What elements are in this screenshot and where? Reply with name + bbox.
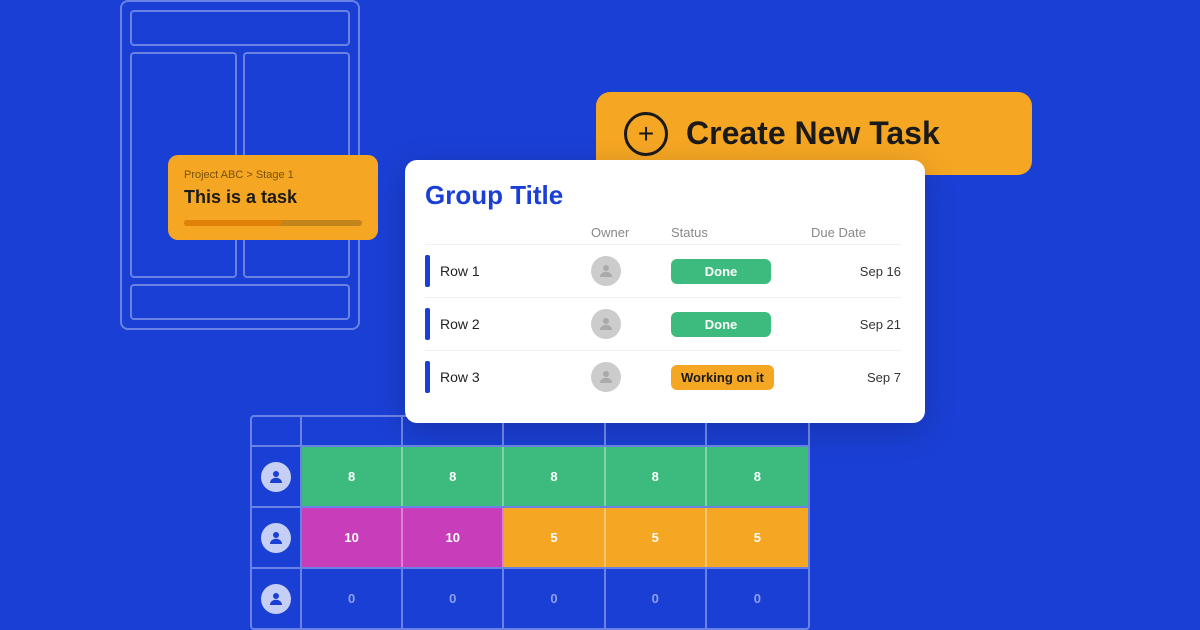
gantt-cells-1: 8 8 8 8 8 bbox=[302, 447, 808, 506]
row-2-name-cell: Row 2 bbox=[425, 308, 591, 340]
table-row: Row 2 Done Sep 21 bbox=[425, 297, 901, 350]
row-2-status: Done bbox=[671, 312, 811, 337]
gantt-person-icon-3 bbox=[261, 584, 291, 614]
row-1-due: Sep 16 bbox=[811, 264, 901, 279]
table-row: Row 3 Working on it Sep 7 bbox=[425, 350, 901, 403]
row-3-name-cell: Row 3 bbox=[425, 361, 591, 393]
gantt-col-2 bbox=[403, 417, 504, 445]
gantt-cell: 5 bbox=[707, 508, 808, 567]
gantt-cells-2: 10 10 5 5 5 bbox=[302, 508, 808, 567]
gantt-person-icon-1 bbox=[261, 462, 291, 492]
row-1-status: Done bbox=[671, 259, 811, 284]
progress-bar-fill bbox=[184, 220, 282, 226]
task-title: This is a task bbox=[184, 187, 362, 208]
gantt-header-cells bbox=[302, 417, 808, 445]
gantt-cell: 8 bbox=[707, 447, 808, 506]
col-header-name bbox=[441, 225, 591, 240]
row-1-avatar bbox=[591, 256, 621, 286]
gantt-header-left bbox=[252, 417, 302, 445]
gantt-grid: 8 8 8 8 8 10 10 5 5 5 bbox=[250, 415, 810, 630]
row-2-name: Row 2 bbox=[440, 316, 480, 332]
task-card: Project ABC > Stage 1 This is a task bbox=[168, 155, 378, 240]
gantt-col-3 bbox=[504, 417, 605, 445]
row-2-avatar bbox=[591, 309, 621, 339]
row-3-due: Sep 7 bbox=[811, 370, 901, 385]
gantt-cell: 8 bbox=[302, 447, 403, 506]
row-2-due: Sep 21 bbox=[811, 317, 901, 332]
row-accent bbox=[425, 255, 430, 287]
table-header: Owner Status Due Date bbox=[425, 221, 901, 244]
progress-bar-bg bbox=[184, 220, 362, 226]
gantt-cell: 5 bbox=[504, 508, 605, 567]
gantt-cell: 0 bbox=[606, 569, 707, 628]
gantt-cells-3: 0 0 0 0 0 bbox=[302, 569, 808, 628]
mock-bar-1 bbox=[130, 10, 350, 46]
row-1-name-cell: Row 1 bbox=[425, 255, 591, 287]
gantt-cell: 8 bbox=[606, 447, 707, 506]
gantt-person-icon-2 bbox=[261, 523, 291, 553]
table-card: Group Title Owner Status Due Date Row 1 … bbox=[405, 160, 925, 423]
row-3-avatar bbox=[591, 362, 621, 392]
row-accent bbox=[425, 361, 430, 393]
col-header-owner: Owner bbox=[591, 225, 671, 240]
gantt-cell: 5 bbox=[606, 508, 707, 567]
create-task-label: Create New Task bbox=[686, 115, 940, 152]
gantt-section: 8 8 8 8 8 10 10 5 5 5 bbox=[250, 415, 810, 630]
gantt-row-2: 10 10 5 5 5 bbox=[252, 508, 808, 569]
row-3-name: Row 3 bbox=[440, 369, 480, 385]
col-header-due: Due Date bbox=[811, 225, 901, 240]
gantt-col-4 bbox=[606, 417, 707, 445]
gantt-col-5 bbox=[707, 417, 808, 445]
col-header-status: Status bbox=[671, 225, 811, 240]
table-row: Row 1 Done Sep 16 bbox=[425, 244, 901, 297]
mock-bar-2 bbox=[130, 284, 350, 320]
gantt-cell: 10 bbox=[302, 508, 403, 567]
gantt-cell: 0 bbox=[504, 569, 605, 628]
row-1-name: Row 1 bbox=[440, 263, 480, 279]
gantt-cell: 0 bbox=[302, 569, 403, 628]
gantt-col-1 bbox=[302, 417, 403, 445]
gantt-row-1: 8 8 8 8 8 bbox=[252, 447, 808, 508]
gantt-avatar-2 bbox=[252, 508, 302, 567]
gantt-cell: 10 bbox=[403, 508, 504, 567]
gantt-cell: 0 bbox=[707, 569, 808, 628]
gantt-row-3: 0 0 0 0 0 bbox=[252, 569, 808, 628]
plus-icon: + bbox=[624, 112, 668, 156]
gantt-cell: 8 bbox=[504, 447, 605, 506]
gantt-avatar-3 bbox=[252, 569, 302, 628]
gantt-header-row bbox=[252, 417, 808, 447]
row-accent bbox=[425, 308, 430, 340]
gantt-cell: 8 bbox=[403, 447, 504, 506]
task-breadcrumb: Project ABC > Stage 1 bbox=[184, 169, 362, 181]
gantt-avatar-1 bbox=[252, 447, 302, 506]
gantt-cell: 0 bbox=[403, 569, 504, 628]
row-3-status: Working on it bbox=[671, 365, 811, 390]
group-title: Group Title bbox=[425, 180, 901, 211]
